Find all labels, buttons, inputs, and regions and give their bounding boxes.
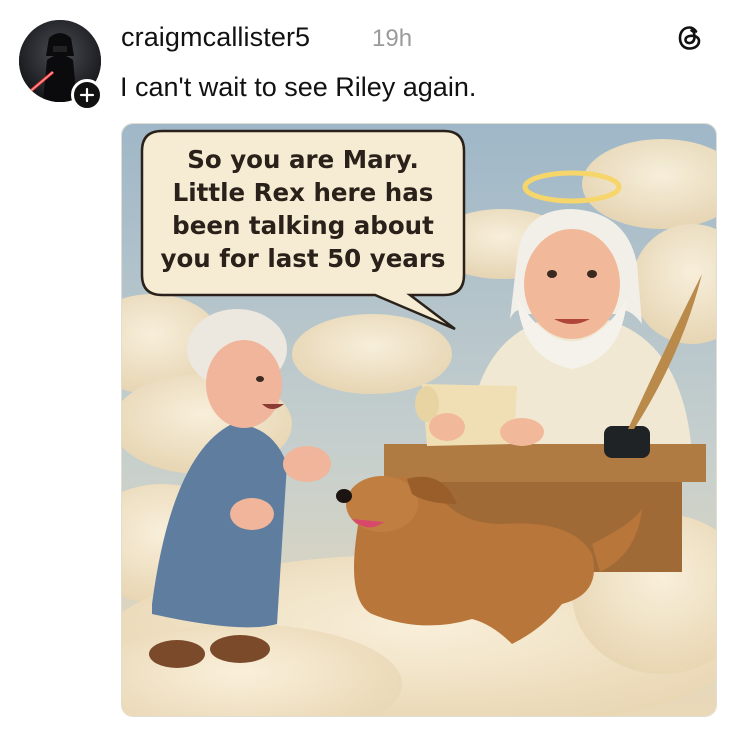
threads-logo-icon[interactable] (674, 22, 706, 54)
post-caption: I can't wait to see Riley again. (120, 72, 477, 102)
follow-button[interactable] (71, 79, 103, 111)
speech-line: So you are Mary. (187, 145, 419, 174)
plus-icon (79, 87, 95, 103)
username[interactable]: craigmcallister5 (121, 22, 310, 53)
speech-line: been talking about (172, 211, 434, 240)
speech-line: you for last 50 years (160, 244, 446, 273)
post-time: 19h (372, 25, 413, 52)
speech-text: So you are Mary. Little Rex here has bee… (148, 143, 458, 275)
speech-line: Little Rex here has (172, 178, 434, 207)
speech-bubble: So you are Mary. Little Rex here has bee… (140, 129, 466, 331)
threads-post: craigmcallister5 19h I can't wait to see… (0, 0, 736, 735)
